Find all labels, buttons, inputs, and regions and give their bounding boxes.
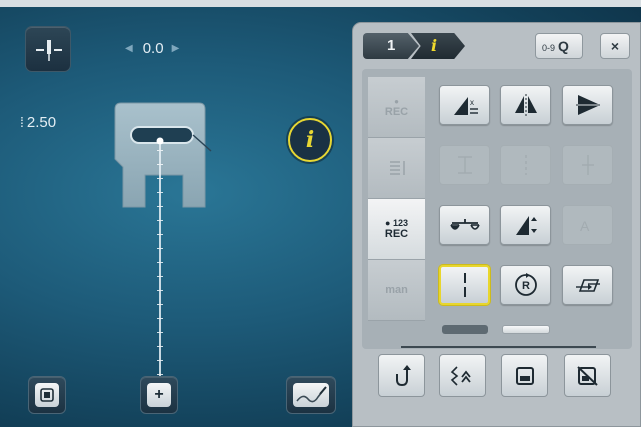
width-decrease-icon[interactable]: ◀ — [125, 43, 133, 54]
stitch-width-value: 0.0 — [142, 40, 164, 57]
save-icon — [515, 366, 534, 385]
search-label: 0-9 — [542, 43, 556, 53]
stitch-counter-icon — [463, 273, 466, 297]
balance-icon — [449, 219, 480, 230]
delete-button[interactable] — [564, 354, 611, 397]
close-icon: × — [610, 38, 620, 54]
stitch-line — [159, 144, 161, 382]
disabled-button-3 — [562, 145, 613, 185]
rec-button-counter[interactable]: ● 123 REC — [368, 199, 425, 260]
pattern-length-button[interactable] — [500, 205, 551, 245]
sewing-machine-screen: ◀ 0.0 ▶ ⁞ 2.50 i + 1 i 0-9 Q × ● REC ● 1… — [0, 0, 641, 427]
rec-button-memory[interactable]: ● REC — [368, 77, 425, 138]
top-strip — [0, 0, 641, 7]
zoom-in-button[interactable]: + — [140, 376, 178, 414]
disabled-button-2 — [500, 145, 551, 185]
stitch-length-rec-icon — [389, 161, 405, 175]
rec-button-manual[interactable]: man — [368, 260, 425, 321]
arrow-down-icon — [581, 155, 594, 175]
panel-divider — [401, 346, 596, 348]
manual-label: man — [385, 283, 408, 296]
return-arrow-icon — [395, 364, 411, 386]
delete-icon — [576, 365, 598, 386]
rec-label: REC — [384, 106, 409, 118]
pattern-repeat-button[interactable]: R — [500, 265, 551, 305]
functions-panel: 1 i 0-9 Q × ● REC ● 123 REC man x A R — [352, 22, 641, 427]
info-icon: i — [305, 127, 315, 153]
stitch-length-control[interactable]: ⁞ 2.50 — [20, 114, 56, 131]
needle-position-icon — [36, 40, 62, 61]
breadcrumb-info[interactable]: i — [411, 33, 465, 59]
rec-button-length[interactable] — [368, 138, 425, 199]
mirror-left-right-icon — [514, 94, 537, 116]
panel-header: 1 i 0-9 Q × — [353, 23, 640, 69]
balance-button[interactable] — [439, 205, 490, 245]
permanent-stitch-icon — [575, 279, 600, 292]
mirror-width-icon: x — [453, 97, 478, 115]
close-button[interactable]: × — [600, 33, 630, 59]
stitch-search-button[interactable]: 0-9 Q — [535, 33, 583, 59]
stitch-curve-icon — [293, 383, 329, 407]
stitch-length-icon: ⁞ — [20, 114, 24, 130]
scroll-indicator-left — [442, 325, 488, 334]
plus-icon: + — [147, 383, 171, 407]
stitch-counter-button[interactable] — [439, 265, 490, 305]
memory-button[interactable] — [439, 354, 486, 397]
save-button[interactable] — [501, 354, 548, 397]
width-increase-icon[interactable]: ▶ — [172, 43, 180, 54]
scroll-indicator-active[interactable] — [502, 325, 550, 334]
font-size-icon: A — [580, 218, 590, 234]
mirror-up-down-icon — [575, 95, 600, 115]
stitch-density-icon — [457, 156, 472, 174]
stitch-length-value: 2.50 — [26, 114, 57, 131]
pattern-length-icon — [515, 216, 537, 235]
info-button[interactable]: i — [288, 118, 332, 162]
disabled-button-1 — [439, 145, 490, 185]
rec-label: REC — [384, 228, 409, 240]
breadcrumb-stitch-number[interactable]: 1 — [363, 33, 419, 59]
view-button[interactable] — [28, 376, 66, 414]
svg-text:A: A — [580, 218, 590, 234]
stitch-range-icon — [524, 155, 527, 175]
square-view-icon — [35, 383, 59, 407]
mirror-up-down-button[interactable] — [562, 85, 613, 125]
rec-column: ● REC ● 123 REC man — [368, 77, 425, 321]
needle-position-button[interactable] — [25, 26, 71, 72]
stitch-preview-button[interactable] — [286, 376, 336, 414]
stitch-width-control[interactable]: ◀ 0.0 ▶ — [125, 40, 179, 57]
disabled-button-4: A — [562, 205, 613, 245]
stitch-width-adjust-button[interactable]: x — [439, 85, 490, 125]
mirror-left-right-button[interactable] — [500, 85, 551, 125]
search-icon: Q — [558, 38, 569, 54]
memory-icon — [450, 365, 471, 386]
svg-text:x: x — [470, 98, 474, 107]
pattern-repeat-icon: R — [514, 273, 537, 296]
back-button[interactable] — [378, 354, 425, 397]
svg-text:R: R — [522, 280, 530, 292]
permanent-stitch-button[interactable] — [562, 265, 613, 305]
